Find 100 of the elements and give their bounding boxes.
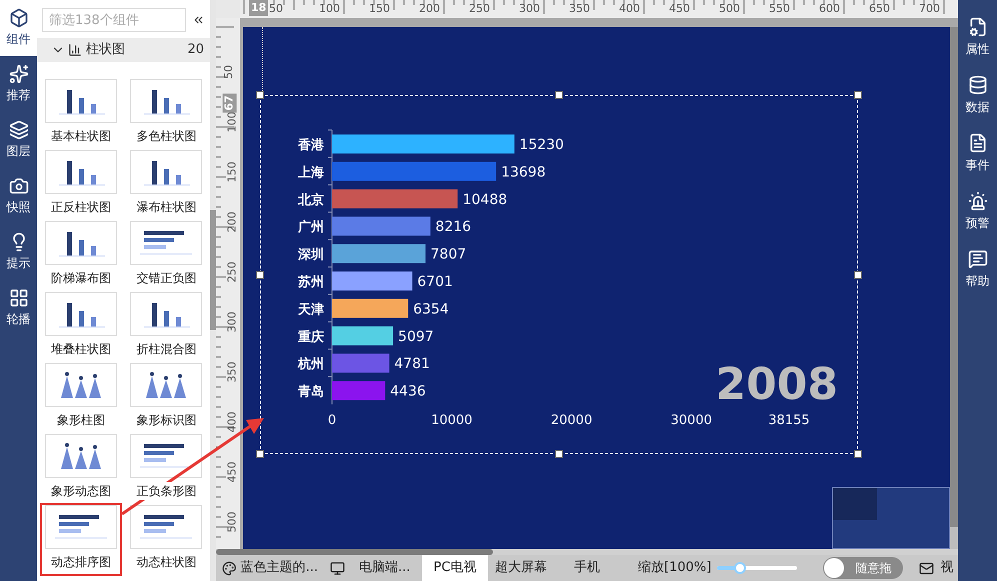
search-field[interactable]: 筛选138个组件 bbox=[42, 8, 186, 32]
ruler-label: 300 bbox=[519, 2, 540, 16]
component-label: 折柱混合图 bbox=[136, 340, 196, 358]
scrollbar-thumb[interactable] bbox=[216, 549, 493, 555]
scrollbar-thumb[interactable] bbox=[210, 210, 216, 330]
rail-icon bbox=[968, 248, 988, 268]
minimap-viewport bbox=[833, 488, 877, 520]
envelope-icon bbox=[919, 560, 934, 576]
x-tick-label: 0 bbox=[328, 413, 336, 428]
rail-icon bbox=[968, 74, 988, 94]
value-label: 4781 bbox=[394, 356, 430, 372]
value-label: 4436 bbox=[390, 384, 426, 400]
ruler-label: 600 bbox=[819, 2, 840, 16]
component-label: 象形标识图 bbox=[136, 411, 196, 429]
resize-handle[interactable] bbox=[555, 91, 563, 99]
ruler-label: 400 bbox=[619, 2, 640, 16]
ruler-marker: 67 bbox=[222, 93, 237, 113]
ruler-label: 200 bbox=[419, 2, 440, 16]
ruler-label: 50 bbox=[223, 65, 235, 79]
category-label: 上海 bbox=[298, 165, 324, 180]
category-label: 广州 bbox=[298, 220, 324, 236]
component-item[interactable]: 正负条形图 bbox=[128, 434, 205, 503]
view-button[interactable]: 视 bbox=[919, 558, 954, 578]
ruler-label: 500 bbox=[226, 512, 238, 532]
view-tab[interactable]: 蓝色主题的... bbox=[216, 555, 324, 581]
component-item[interactable]: 象形动态图 bbox=[42, 434, 120, 503]
view-tab[interactable]: PC电视 bbox=[422, 555, 488, 581]
component-item[interactable]: 象形标识图 bbox=[128, 363, 205, 432]
scrollbar-thumb[interactable] bbox=[950, 27, 958, 527]
ruler-label: 350 bbox=[569, 2, 590, 16]
rail-tab[interactable]: 轮播 bbox=[0, 280, 37, 336]
x-tick-label: 30000 bbox=[670, 413, 712, 428]
ruler-label: 100 bbox=[319, 2, 340, 16]
view-tab[interactable]: 超大屏幕 bbox=[488, 555, 554, 581]
rail-tab[interactable]: 快照 bbox=[0, 168, 37, 224]
component-label: 动态柱状图 bbox=[136, 553, 196, 571]
rail-tab[interactable]: 提示 bbox=[0, 224, 37, 280]
category-header[interactable]: 柱状图 20 bbox=[37, 38, 210, 62]
component-label: 象形动态图 bbox=[50, 482, 111, 500]
resize-handle[interactable] bbox=[256, 450, 264, 458]
component-item[interactable]: 瀑布柱状图 bbox=[128, 150, 205, 219]
x-tick-label: 20000 bbox=[550, 413, 592, 428]
rail-button[interactable]: 预警 bbox=[966, 182, 990, 240]
component-item[interactable]: 折柱混合图 bbox=[128, 292, 205, 361]
resize-handle[interactable] bbox=[854, 270, 862, 278]
ruler-label: 350 bbox=[226, 362, 238, 382]
category-label: 杭州 bbox=[298, 357, 324, 372]
component-item[interactable]: 正反柱状图 bbox=[42, 150, 120, 219]
rail-icon bbox=[8, 64, 28, 84]
rail-tab[interactable]: 推荐 bbox=[0, 56, 37, 112]
category-label: 天津 bbox=[298, 302, 324, 318]
rail-icon bbox=[968, 190, 988, 210]
ruler-label: 200 bbox=[226, 212, 238, 232]
palette-icon bbox=[222, 560, 237, 576]
component-label: 动态排序图 bbox=[50, 553, 111, 571]
view-tab[interactable]: 手机 bbox=[554, 555, 620, 581]
rail-tab[interactable]: 组件 bbox=[0, 0, 37, 56]
rail-button[interactable]: 事件 bbox=[966, 124, 990, 182]
category-label: 深圳 bbox=[298, 248, 324, 263]
ruler-label: 650 bbox=[869, 2, 890, 16]
rail-button[interactable]: 数据 bbox=[966, 66, 990, 124]
rail-tab[interactable]: 图层 bbox=[0, 112, 37, 168]
ruler-label: 700 bbox=[919, 2, 940, 16]
component-label: 正负条形图 bbox=[136, 482, 196, 500]
component-item[interactable]: 基本柱状图 bbox=[42, 79, 120, 148]
rail-button[interactable]: 帮助 bbox=[966, 240, 990, 298]
value-label: 5097 bbox=[398, 328, 434, 345]
rail-button[interactable]: 属性 bbox=[966, 8, 990, 66]
component-item[interactable]: 动态排序图 bbox=[42, 505, 120, 574]
view-tab[interactable]: 电脑端... bbox=[324, 555, 422, 581]
ruler-label: 500 bbox=[719, 2, 740, 16]
component-item[interactable]: 堆叠柱状图 bbox=[42, 292, 120, 361]
ruler-marker: 18 bbox=[249, 0, 268, 16]
value-label: 8216 bbox=[435, 219, 472, 236]
category-label: 北京 bbox=[298, 192, 324, 208]
resize-handle[interactable] bbox=[854, 450, 862, 458]
rail-icon bbox=[968, 16, 988, 36]
zoom-slider[interactable] bbox=[717, 562, 798, 574]
year-label: 2008 bbox=[716, 359, 838, 410]
ruler-label: 250 bbox=[226, 262, 238, 282]
ruler-label: 50 bbox=[269, 2, 283, 16]
rail-icon bbox=[8, 120, 28, 140]
value-label: 10488 bbox=[462, 192, 508, 208]
ruler-label: 250 bbox=[469, 2, 490, 16]
category-label: 苏州 bbox=[298, 275, 324, 290]
rail-icon bbox=[968, 132, 988, 152]
category-label: 柱状图 bbox=[86, 41, 125, 60]
component-item[interactable]: 阶梯瀑布图 bbox=[42, 221, 120, 290]
value-label: 15230 bbox=[519, 137, 564, 153]
resize-handle[interactable] bbox=[256, 91, 264, 99]
resize-handle[interactable] bbox=[854, 91, 862, 99]
component-item[interactable]: 动态柱状图 bbox=[128, 505, 205, 574]
category-label: 香港 bbox=[298, 138, 324, 153]
resize-handle[interactable] bbox=[555, 450, 563, 458]
value-label: 7807 bbox=[430, 246, 466, 263]
resize-handle[interactable] bbox=[256, 270, 264, 278]
component-label: 阶梯瀑布图 bbox=[50, 269, 111, 287]
component-item[interactable]: 象形柱图 bbox=[42, 363, 120, 432]
component-item[interactable]: 多色柱状图 bbox=[128, 79, 205, 148]
component-item[interactable]: 交错正负图 bbox=[128, 221, 205, 290]
